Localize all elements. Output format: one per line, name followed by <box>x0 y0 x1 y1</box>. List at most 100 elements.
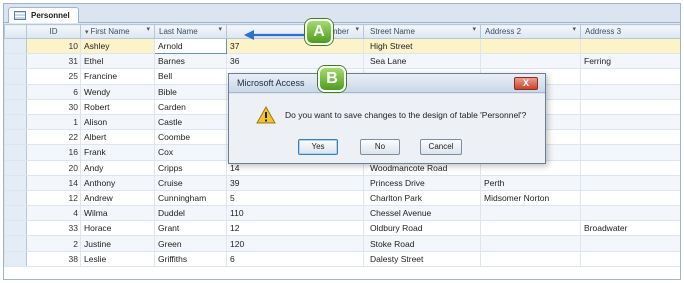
dropdown-arrow-icon[interactable]: ▾ <box>218 26 222 33</box>
column-header-last-name[interactable]: Last Name ▾ <box>154 24 227 39</box>
table-row[interactable]: 12 Andrew Cunningham 5 Charlton Park Midsomer… <box>4 189 680 207</box>
cell-street-name[interactable]: Sea Lane <box>363 53 481 70</box>
cell-first-name[interactable]: Robert <box>80 98 155 115</box>
cell-address-3[interactable]: Ferring <box>580 53 680 70</box>
cell-street-name[interactable]: High Street <box>363 37 481 55</box>
cell-last-name[interactable]: Cruise <box>154 174 227 191</box>
cell-first-name[interactable]: Ethel <box>80 53 155 70</box>
cell-last-name[interactable]: Cox <box>154 144 227 161</box>
cell-number[interactable]: 5 <box>226 189 364 207</box>
row-selector[interactable] <box>4 129 27 146</box>
cell-id[interactable]: 14 <box>26 174 81 191</box>
dropdown-arrow-icon[interactable]: ▾ <box>355 26 359 33</box>
row-selector[interactable] <box>4 189 27 207</box>
cell-number[interactable]: 120 <box>226 235 364 252</box>
cell-id[interactable]: 6 <box>26 83 81 100</box>
cell-id[interactable]: 38 <box>26 250 81 267</box>
cell-last-name[interactable]: Coombe <box>154 129 227 146</box>
cell-street-name[interactable]: Oldbury Road <box>363 220 481 237</box>
cell-first-name[interactable]: Wilma <box>80 205 155 222</box>
cell-first-name[interactable]: Leslie <box>80 250 155 267</box>
cell-address-2[interactable] <box>480 37 581 55</box>
cell-last-name[interactable]: Cunningham <box>154 189 227 207</box>
cell-address-3[interactable] <box>580 113 680 131</box>
row-selector[interactable] <box>4 144 27 161</box>
tab-personnel[interactable]: Personnel <box>8 7 79 23</box>
cell-first-name[interactable]: Frank <box>80 144 155 161</box>
row-selector[interactable] <box>4 174 27 191</box>
cell-last-name[interactable]: Barnes <box>154 53 227 70</box>
cell-address-3[interactable] <box>580 250 680 267</box>
cell-street-name[interactable]: Charlton Park <box>363 189 481 207</box>
cell-id[interactable]: 4 <box>26 205 81 222</box>
cell-address-2[interactable] <box>480 205 581 222</box>
row-selector[interactable] <box>4 113 27 131</box>
cancel-button[interactable]: Cancel <box>420 139 462 155</box>
cell-first-name[interactable]: Horace <box>80 220 155 237</box>
cell-address-3[interactable] <box>580 83 680 100</box>
dropdown-arrow-icon[interactable]: ▾ <box>572 26 576 33</box>
table-row[interactable]: 10 Ashley Arnold 37 High Street <box>4 37 680 55</box>
cell-last-name[interactable]: Bell <box>154 68 227 85</box>
cell-address-3[interactable]: Broadwater <box>580 220 680 237</box>
row-selector[interactable] <box>4 235 27 252</box>
row-selector[interactable] <box>4 250 27 267</box>
cell-address-3[interactable] <box>580 174 680 191</box>
cell-id[interactable]: 2 <box>26 235 81 252</box>
close-button[interactable]: X <box>514 77 538 90</box>
row-selector[interactable] <box>4 53 27 70</box>
cell-first-name[interactable]: Andy <box>80 159 155 176</box>
cell-id[interactable]: 31 <box>26 53 81 70</box>
cell-last-name[interactable]: Griffiths <box>154 250 227 267</box>
column-header-street-name[interactable]: Street Name ▾ <box>363 24 481 39</box>
cell-number[interactable]: 110 <box>226 205 364 222</box>
cell-first-name[interactable]: Andrew <box>80 189 155 207</box>
no-button[interactable]: No <box>360 139 400 155</box>
cell-last-name[interactable]: Carden <box>154 98 227 115</box>
cell-last-name[interactable]: Green <box>154 235 227 252</box>
cell-address-3[interactable] <box>580 205 680 222</box>
cell-address-3[interactable] <box>580 129 680 146</box>
cell-id[interactable]: 30 <box>26 98 81 115</box>
cell-number[interactable]: 6 <box>226 250 364 267</box>
cell-last-name[interactable]: Grant <box>154 220 227 237</box>
select-all-corner[interactable] <box>4 24 27 39</box>
cell-street-name[interactable]: Princess Drive <box>363 174 481 191</box>
row-selector[interactable] <box>4 68 27 85</box>
row-selector[interactable] <box>4 98 27 115</box>
cell-address-3[interactable] <box>580 37 680 55</box>
table-row[interactable]: 2 Justine Green 120 Stoke Road <box>4 235 680 252</box>
dialog-title-bar[interactable]: Microsoft Access X <box>229 74 545 93</box>
row-selector[interactable] <box>4 83 27 100</box>
cell-first-name[interactable]: Francine <box>80 68 155 85</box>
cell-first-name[interactable]: Anthony <box>80 174 155 191</box>
cell-address-3[interactable] <box>580 98 680 115</box>
cell-address-2[interactable] <box>480 235 581 252</box>
dropdown-arrow-icon[interactable]: ▾ <box>472 26 476 33</box>
cell-street-name[interactable]: Dalesty Street <box>363 250 481 267</box>
table-row[interactable]: 33 Horace Grant 12 Oldbury Road Broadwater <box>4 220 680 237</box>
cell-last-name[interactable]: Castle <box>154 113 227 131</box>
cell-id[interactable]: 22 <box>26 129 81 146</box>
dropdown-arrow-icon[interactable]: ▾ <box>146 26 150 33</box>
row-selector[interactable] <box>4 37 27 55</box>
column-header-address-3[interactable]: Address 3▾ <box>580 24 680 39</box>
cell-address-3[interactable] <box>580 159 680 176</box>
cell-address-2[interactable] <box>480 220 581 237</box>
cell-last-name[interactable]: Arnold <box>154 37 227 55</box>
cell-number[interactable]: 37 <box>226 37 364 55</box>
cell-last-name[interactable]: Bible <box>154 83 227 100</box>
cell-address-3[interactable] <box>580 235 680 252</box>
cell-id[interactable]: 25 <box>26 68 81 85</box>
row-selector[interactable] <box>4 159 27 176</box>
cell-street-name[interactable]: Stoke Road <box>363 235 481 252</box>
column-header-address-2[interactable]: Address 2 ▾ <box>480 24 581 39</box>
cell-first-name[interactable]: Albert <box>80 129 155 146</box>
cell-address-2[interactable] <box>480 53 581 70</box>
cell-id[interactable]: 12 <box>26 189 81 207</box>
column-header-id[interactable]: ID <box>26 24 81 39</box>
cell-address-2[interactable]: Midsomer Norton <box>480 189 581 207</box>
table-row[interactable]: 14 Anthony Cruise 39 Princess Drive Perth <box>4 174 680 191</box>
cell-id[interactable]: 33 <box>26 220 81 237</box>
table-row[interactable]: 38 Leslie Griffiths 6 Dalesty Street <box>4 250 680 267</box>
